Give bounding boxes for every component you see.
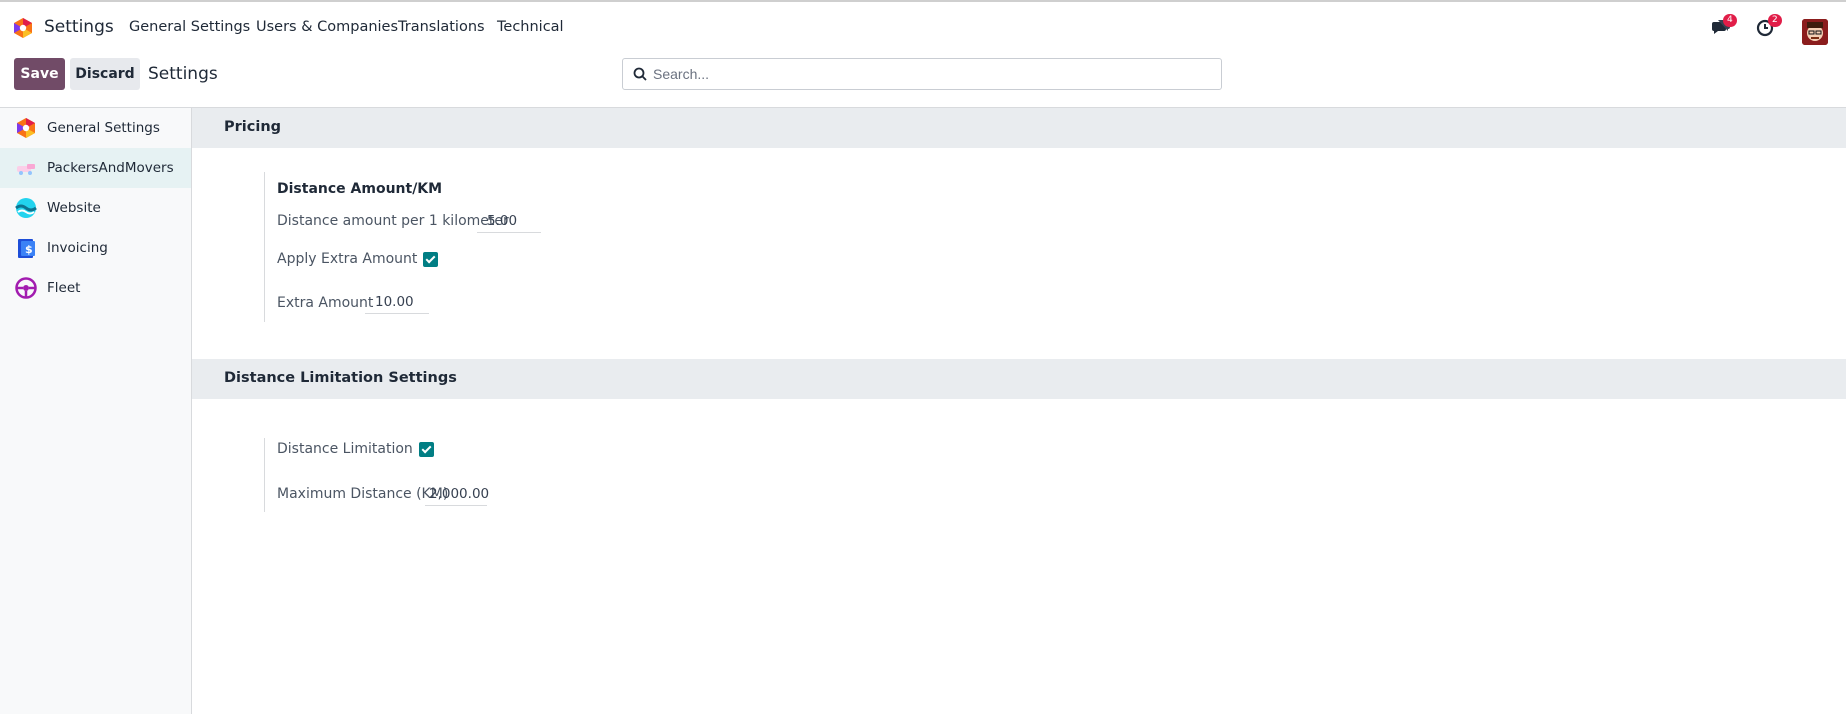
website-icon <box>15 198 37 218</box>
settings-content: Pricing Distance Amount/KM Distance amou… <box>192 108 1846 714</box>
setting-distance-amount: Distance Amount/KM Distance amount per 1… <box>264 172 564 322</box>
save-button[interactable]: Save <box>14 58 65 90</box>
svg-text:$: $ <box>25 243 33 256</box>
settings-sidebar: General Settings PackersAndMovers Websit… <box>0 108 192 714</box>
sidebar-item-fleet[interactable]: Fleet <box>0 268 191 308</box>
invoicing-icon: $ <box>18 239 35 258</box>
odoo-logo-icon[interactable] <box>13 17 33 39</box>
section-title: Distance Limitation Settings <box>224 370 457 386</box>
distance-amount-input[interactable]: 5.00 <box>477 211 541 233</box>
activities-badge: 2 <box>1768 14 1782 27</box>
section-header-distance-limitation: Distance Limitation Settings <box>192 359 1846 399</box>
sidebar-item-website[interactable]: Website <box>0 188 191 228</box>
fleet-icon <box>15 277 37 299</box>
messages-button[interactable]: 4 <box>1711 14 1737 41</box>
search-box <box>622 58 1222 90</box>
search-icon <box>633 67 647 81</box>
setting-title: Distance Amount/KM <box>277 181 443 197</box>
control-panel: Save Discard Settings <box>0 48 1846 108</box>
top-navbar: Settings General Settings Users & Compan… <box>0 5 1846 48</box>
menu-technical[interactable]: Technical <box>497 19 564 35</box>
odoo-logo-icon <box>17 118 35 138</box>
sidebar-item-label: Fleet <box>47 280 81 296</box>
extra-amount-label: Extra Amount <box>277 295 374 311</box>
search-input[interactable] <box>653 63 1213 85</box>
sidebar-item-label: PackersAndMovers <box>47 160 174 176</box>
user-avatar[interactable] <box>1802 19 1828 45</box>
maximum-distance-input[interactable]: 2,000.00 <box>425 484 489 506</box>
sidebar-item-packersandmovers[interactable]: PackersAndMovers <box>0 148 191 188</box>
discard-button[interactable]: Discard <box>70 58 140 90</box>
sidebar-item-general-settings[interactable]: General Settings <box>0 108 191 148</box>
messages-badge: 4 <box>1723 14 1737 27</box>
activities-button[interactable]: 2 <box>1756 14 1782 41</box>
maximum-distance-label: Maximum Distance (KM) <box>277 486 449 502</box>
section-header-pricing: Pricing <box>192 108 1846 148</box>
distance-limitation-label: Distance Limitation <box>277 441 413 457</box>
setting-distance-limitation: Distance Limitation Maximum Distance (KM… <box>264 438 564 512</box>
extra-amount-input[interactable]: 10.00 <box>365 292 429 314</box>
menu-users-companies[interactable]: Users & Companies <box>256 19 398 35</box>
distance-amount-label: Distance amount per 1 kilometer <box>277 213 509 229</box>
sidebar-item-label: Website <box>47 200 101 216</box>
sidebar-item-label: General Settings <box>47 120 160 136</box>
packers-movers-icon <box>17 164 35 175</box>
distance-limitation-checkbox[interactable] <box>419 442 434 457</box>
apply-extra-amount-checkbox[interactable] <box>423 252 438 267</box>
sidebar-item-invoicing[interactable]: $ Invoicing <box>0 228 191 268</box>
menu-general-settings[interactable]: General Settings <box>129 19 250 35</box>
sidebar-item-label: Invoicing <box>47 240 108 256</box>
app-name[interactable]: Settings <box>44 17 114 37</box>
apply-extra-amount-label: Apply Extra Amount <box>277 251 418 267</box>
section-title: Pricing <box>224 119 282 135</box>
breadcrumb: Settings <box>148 64 218 84</box>
user-avatar-icon <box>1802 19 1828 45</box>
menu-translations[interactable]: Translations <box>398 19 485 35</box>
